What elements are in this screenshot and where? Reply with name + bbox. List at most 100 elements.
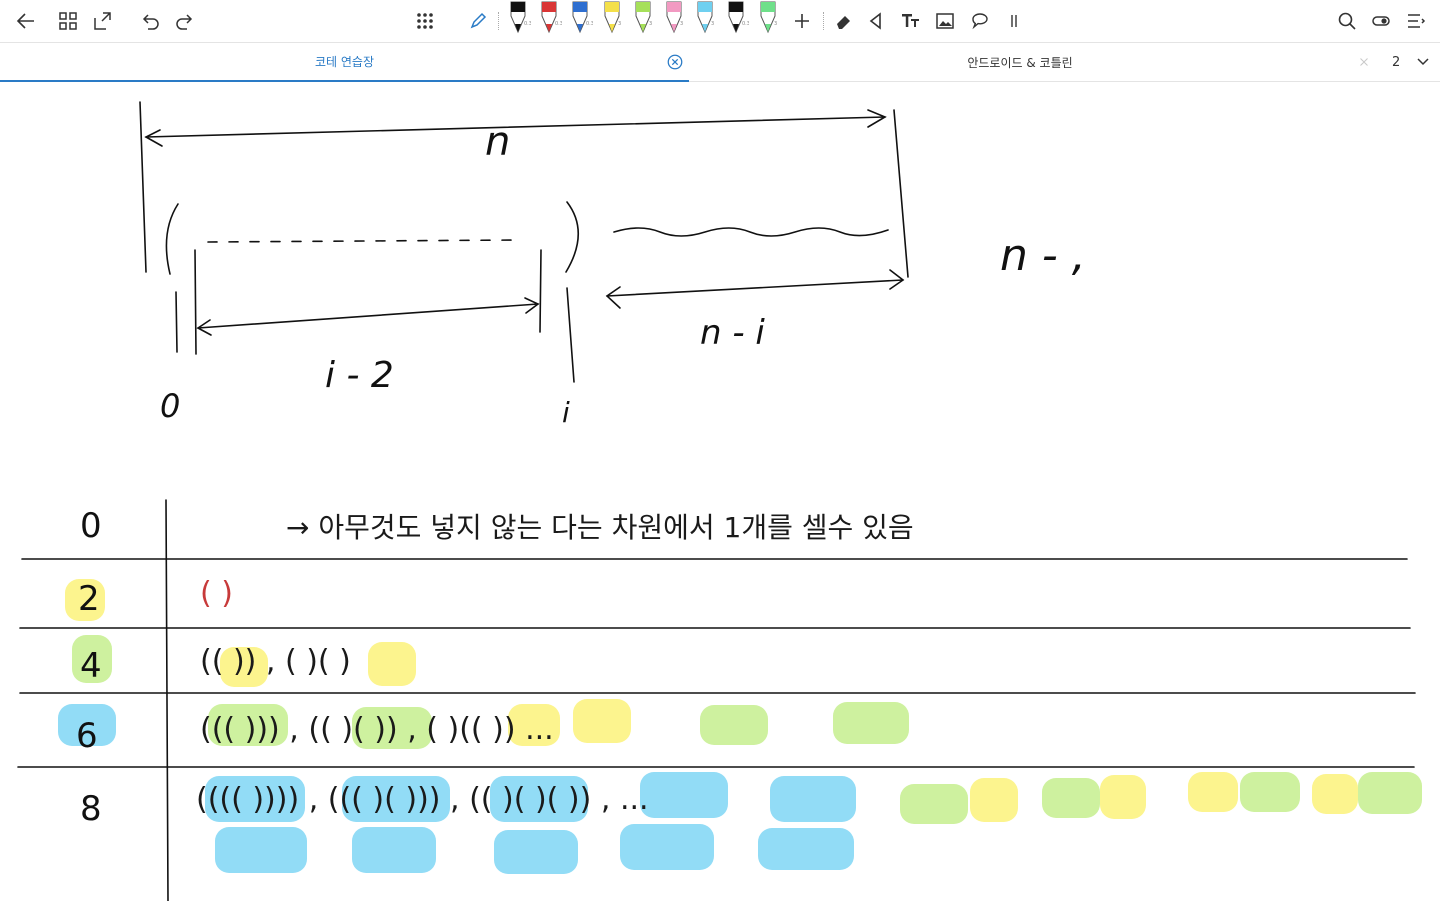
pen-size-label: 3 [680, 21, 683, 27]
close-tab-icon[interactable] [665, 52, 685, 72]
pen-icon: 3 [697, 1, 714, 34]
row-number-4: 4 [80, 646, 102, 686]
pen-slot-4[interactable]: 3 [599, 0, 625, 40]
highlight-mark [1188, 772, 1238, 812]
zero-tick-stroke [175, 291, 178, 353]
redo-icon[interactable] [170, 0, 200, 42]
apps-grid-icon[interactable] [410, 0, 440, 42]
highlight-mark [700, 705, 768, 745]
close-paren-stroke [565, 201, 579, 273]
highlight-mark [1100, 775, 1146, 819]
pen-icon: 0.3 [541, 1, 563, 34]
pen-icon: 0.3 [572, 1, 594, 34]
toolbar-divider [498, 12, 500, 30]
pen-slot-8[interactable]: 0.3 [723, 0, 750, 40]
pen-slot-7[interactable]: 3 [692, 0, 718, 40]
row-number-0: 0 [80, 506, 102, 546]
left-boundary-stroke [139, 101, 147, 273]
highlight-mark [215, 827, 307, 873]
wavy-line [613, 227, 889, 237]
row-2-content: ( ) [200, 576, 233, 611]
table-vertical-line [165, 499, 169, 901]
highlight-mark [970, 778, 1018, 822]
n-minus-i-label: n - i [700, 313, 765, 353]
pen-size-label: 0.3 [742, 21, 749, 27]
pen-slot-6[interactable]: 3 [661, 0, 687, 40]
pen-size-label: 0.3 [524, 21, 531, 27]
toggle-icon[interactable] [1366, 0, 1396, 42]
pen-icon: 0.3 [728, 1, 750, 34]
top-toolbar: 0.3 0.3 0.3 3 3 3 3 0.3 3 [0, 0, 1440, 42]
highlight-mark [1240, 772, 1300, 812]
pen-slot-1[interactable]: 0.3 [505, 0, 532, 40]
row-number-8: 8 [80, 789, 102, 829]
pen-size-label: 3 [711, 21, 714, 27]
tab-android-kotlin[interactable]: 안드로이드 & 코틀린 [689, 43, 1351, 82]
n-arrow-line [145, 116, 886, 138]
pen-icon: 3 [666, 1, 683, 34]
pen-size-label: 0.3 [586, 21, 593, 27]
grid-view-icon[interactable] [53, 0, 83, 42]
highlight-mark [833, 702, 909, 744]
pen-icon: 0.3 [510, 1, 532, 34]
n-minus-i-arrow [606, 279, 904, 297]
n-label: n [485, 119, 510, 165]
note-canvas[interactable]: n 0 i - 2 i n - i n - , 0 2 4 6 8 → 아무것도… [0, 82, 1440, 901]
comment-icon[interactable] [965, 0, 995, 42]
pen-slot-3[interactable]: 0.3 [567, 0, 594, 40]
tab-count: 2 [1392, 55, 1401, 70]
row-0-content: → 아무것도 넣지 않는 다는 차원에서 1개를 셀수 있음 [286, 511, 914, 544]
right-boundary-stroke [893, 109, 909, 278]
pen-slot-5[interactable]: 3 [630, 0, 656, 40]
toolbar-divider [823, 12, 825, 30]
export-icon[interactable] [87, 0, 117, 42]
pen-size-label: 0.3 [555, 21, 562, 27]
tab-coding-practice[interactable]: 코테 연습장 [0, 43, 689, 82]
dashed-line [207, 239, 521, 243]
highlight-mark [758, 828, 854, 870]
arrowhead-left [144, 129, 163, 147]
side-note-label: n - , [1000, 230, 1086, 281]
arrowhead-left [605, 286, 621, 309]
arrowhead-right [867, 109, 887, 128]
chevron-down-icon[interactable] [1414, 53, 1432, 71]
highlight-mark [573, 699, 631, 743]
handwriting-layer: n 0 i - 2 i n - i n - , 0 2 4 6 8 [17, 101, 1422, 901]
row-4-content: (( )) , ( )( ) [200, 644, 351, 679]
image-icon[interactable] [930, 0, 960, 42]
menu-icon[interactable] [1401, 0, 1431, 42]
text-tool-icon[interactable] [896, 0, 926, 42]
highlight-mark [770, 776, 856, 822]
row-number-2: 2 [78, 579, 100, 619]
pen-slot-2[interactable]: 0.3 [536, 0, 563, 40]
pen-icon: 3 [635, 1, 652, 34]
eraser-icon[interactable] [829, 0, 859, 42]
highlight-mark [1358, 772, 1422, 814]
inner-right-stroke [539, 249, 542, 333]
lasso-shape-icon[interactable] [861, 0, 891, 42]
highlight-mark [352, 827, 436, 873]
close-tab-icon[interactable] [1354, 52, 1374, 72]
pause-icon[interactable] [999, 0, 1029, 42]
undo-icon[interactable] [135, 0, 165, 42]
row-8-content: (((( )))) , ((( )( ))) , (( )( )( )) , .… [196, 782, 649, 817]
tab-label: 안드로이드 & 코틀린 [967, 56, 1073, 70]
open-paren-stroke [165, 203, 179, 275]
i-label: i [562, 396, 570, 429]
tab-bar: 코테 연습장 안드로이드 & 코틀린 2 [0, 42, 1440, 82]
row-number-6: 6 [76, 716, 98, 756]
pen-tool-icon[interactable] [463, 0, 493, 42]
pen-icon: 3 [604, 1, 621, 34]
highlight-mark [494, 830, 578, 874]
pen-icon: 3 [760, 1, 777, 34]
i-minus-2-label: i - 2 [325, 355, 394, 396]
add-icon[interactable] [787, 0, 817, 42]
zero-label: 0 [160, 387, 180, 425]
pen-slot-9[interactable]: 3 [755, 0, 781, 40]
pen-size-label: 3 [618, 21, 621, 27]
highlight-mark [640, 772, 728, 818]
arrowhead-right [889, 269, 905, 290]
back-arrow-icon[interactable] [11, 0, 41, 42]
search-icon[interactable] [1332, 0, 1362, 42]
i-minus-2-arrow [197, 303, 539, 329]
